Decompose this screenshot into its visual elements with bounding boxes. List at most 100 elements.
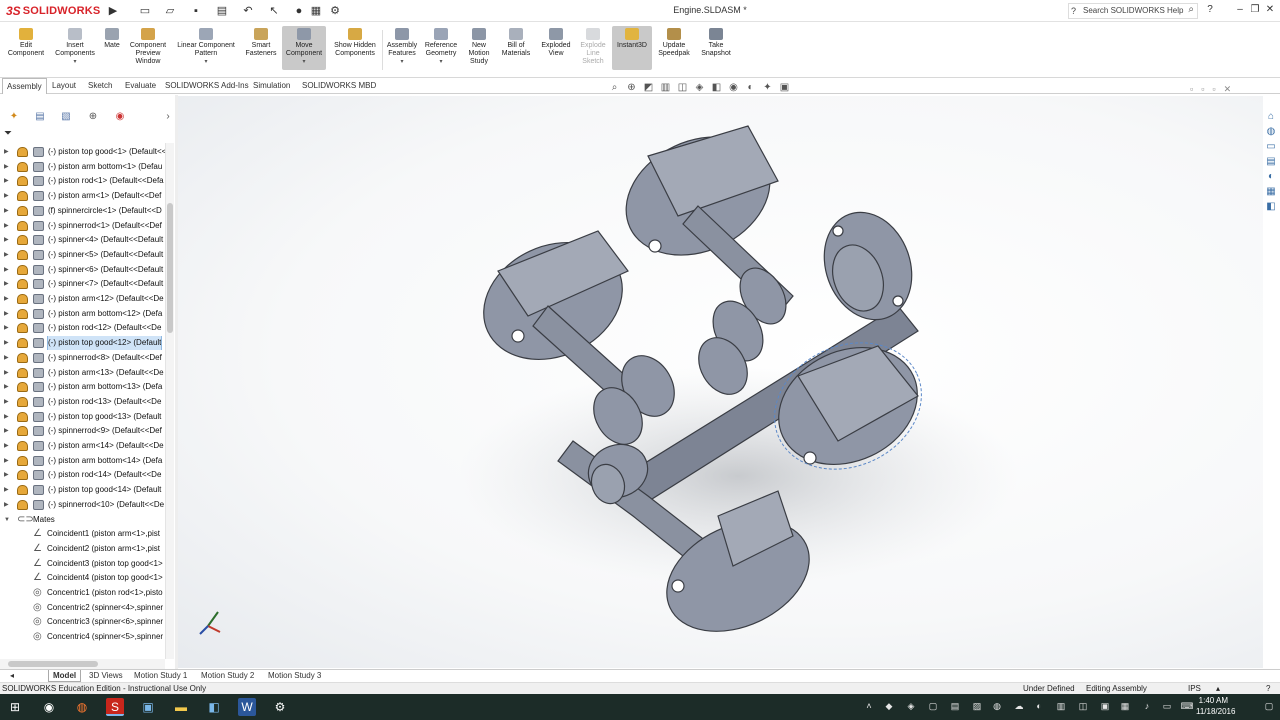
- tree-mate-row[interactable]: ∠ Coincident4 (piston top good<1>: [0, 571, 168, 585]
- mate-button[interactable]: Mate: [100, 26, 124, 50]
- expand-arrow-icon[interactable]: ›: [160, 110, 176, 124]
- expand-arrow-icon[interactable]: ▶: [4, 468, 9, 482]
- insert-components-button[interactable]: Insert Components ▾: [52, 26, 98, 66]
- filter-icon[interactable]: ⏷: [4, 128, 12, 139]
- solidworks-taskbar-icon[interactable]: S: [106, 698, 124, 716]
- tray-icon[interactable]: ☁: [1012, 699, 1026, 713]
- windows-start-icon[interactable]: ⊞: [6, 698, 24, 716]
- tree-vertical-scrollbar[interactable]: [165, 143, 174, 659]
- tree-mate-row[interactable]: ◎ Concentric4 (spinner<5>,spinner: [0, 630, 168, 644]
- engine-model[interactable]: [178, 96, 1263, 668]
- app-icon[interactable]: ◧: [205, 698, 223, 716]
- tree-component-row[interactable]: ▶ (-) piston arm<13> (Default<<De: [0, 366, 168, 380]
- section-view-icon[interactable]: ▥: [659, 82, 672, 94]
- tree-component-row[interactable]: ▶ (-) piston top good<1> (Default<<: [0, 145, 168, 159]
- featuremanager-icon[interactable]: ✦: [6, 110, 22, 124]
- show-hidden-button[interactable]: Show Hidden Components: [330, 26, 380, 58]
- tab-3d-views[interactable]: 3D Views: [85, 670, 127, 682]
- chevron-up-icon[interactable]: ▴: [1216, 683, 1220, 694]
- tree-component-row[interactable]: ▶ (-) piston top good<13> (Default: [0, 410, 168, 424]
- tray-icon[interactable]: ▤: [948, 699, 962, 713]
- tree-component-row[interactable]: ▶ (-) spinnerrod<9> (Default<<Def: [0, 424, 168, 438]
- view-orientation-icon[interactable]: ◈: [693, 82, 706, 94]
- zoom-fit-icon[interactable]: ⌕: [608, 82, 621, 94]
- expand-arrow-icon[interactable]: ▶: [4, 248, 9, 262]
- configurationmanager-icon[interactable]: ▧: [58, 110, 74, 124]
- tree-component-row[interactable]: ▶ (-) piston top good<14> (Default: [0, 483, 168, 497]
- file-explorer-icon[interactable]: ▤: [1265, 156, 1277, 168]
- edit-appearance-icon[interactable]: ◐: [744, 82, 757, 94]
- expand-arrow-icon[interactable]: ▶: [4, 321, 9, 335]
- tree-component-row[interactable]: ▶ (-) piston rod<12> (Default<<De: [0, 321, 168, 335]
- tree-component-row[interactable]: ▶ (-) spinner<7> (Default<<Default: [0, 277, 168, 291]
- help-menu-icon[interactable]: ?: [1203, 2, 1217, 18]
- view-settings-icon[interactable]: ▣: [778, 82, 791, 94]
- tree-mates-folder[interactable]: ▼ ⊂⊃ Mates: [0, 513, 168, 527]
- tab-assembly[interactable]: Assembly: [2, 78, 47, 94]
- display-style-icon[interactable]: ◧: [710, 82, 723, 94]
- app-gear-icon[interactable]: ⚙: [271, 698, 289, 716]
- tray-icon[interactable]: ◈: [904, 699, 918, 713]
- tray-icon[interactable]: ◍: [990, 699, 1004, 713]
- tree-mate-row[interactable]: ◎ Concentric2 (spinner<4>,spinner: [0, 601, 168, 615]
- propertymanager-icon[interactable]: ▤: [32, 110, 48, 124]
- tray-icon[interactable]: ▨: [970, 699, 984, 713]
- expand-arrow-icon[interactable]: ▶: [4, 277, 9, 291]
- hide-show-icon[interactable]: ◉: [727, 82, 740, 94]
- smart-fasteners-button[interactable]: Smart Fasteners: [242, 26, 280, 58]
- tree-mate-row[interactable]: ∠ Coincident2 (piston arm<1>,pist: [0, 542, 168, 556]
- restore-button[interactable]: ❐: [1248, 2, 1262, 18]
- file-explorer-icon[interactable]: ▬: [172, 698, 190, 716]
- previous-view-icon[interactable]: ◩: [642, 82, 655, 94]
- graphics-area[interactable]: [178, 96, 1263, 668]
- update-speedpak-button[interactable]: Update Speedpak: [656, 26, 692, 58]
- assembly-features-button[interactable]: Assembly Features ▾: [384, 26, 420, 66]
- tree-component-row[interactable]: ▶ (-) spinner<6> (Default<<Default: [0, 263, 168, 277]
- tree-component-row[interactable]: ▶ (-) piston arm bottom<13> (Defa: [0, 380, 168, 394]
- new-motion-study-button[interactable]: New Motion Study: [463, 26, 495, 66]
- expand-arrow-icon[interactable]: ▶: [4, 483, 9, 497]
- nav-left-icon[interactable]: ◂: [6, 670, 14, 682]
- tree-component-row[interactable]: ▶ (-) piston rod<1> (Default<<Defa: [0, 174, 168, 188]
- tab-layout[interactable]: Layout: [48, 78, 80, 93]
- dynamic-annotation-icon[interactable]: ◫: [676, 82, 689, 94]
- tray-icon[interactable]: ▢: [926, 699, 940, 713]
- expand-arrow-icon[interactable]: ▶: [4, 174, 9, 188]
- zoom-area-icon[interactable]: ⊕: [625, 82, 638, 94]
- solidworks-logo[interactable]: 3S SOLIDWORKS: [6, 3, 100, 19]
- scroll-thumb[interactable]: [167, 203, 173, 333]
- tree-component-row[interactable]: ▶ (-) piston top good<12> (Default: [0, 336, 168, 351]
- component-preview-button[interactable]: Component Preview Window: [126, 26, 170, 66]
- viewport-window-controls[interactable]: ▫▫▫✕: [1190, 84, 1270, 94]
- appearances-icon[interactable]: ◐: [1265, 171, 1277, 183]
- reference-geometry-button[interactable]: Reference Geometry ▾: [422, 26, 460, 66]
- battery-icon[interactable]: ▭: [1160, 699, 1174, 713]
- expand-arrow-icon[interactable]: ▶: [4, 145, 9, 159]
- display-icon[interactable]: ▣: [139, 698, 157, 716]
- select-icon[interactable]: ↖: [267, 4, 281, 18]
- custom-properties-icon[interactable]: ▦: [1265, 186, 1277, 198]
- tab-sketch[interactable]: Sketch: [84, 78, 116, 93]
- tray-icon[interactable]: ▣: [1098, 699, 1112, 713]
- expand-arrow-icon[interactable]: ▶: [4, 351, 9, 365]
- open-icon[interactable]: ▱: [163, 4, 177, 18]
- tree-component-row[interactable]: ▶ (-) piston rod<14> (Default<<De: [0, 468, 168, 482]
- expand-arrow-icon[interactable]: ▶: [4, 410, 9, 424]
- expand-arrow-icon[interactable]: ▶: [4, 233, 9, 247]
- expand-arrow-icon[interactable]: ▶: [4, 380, 9, 394]
- expand-arrow-icon[interactable]: ▶: [4, 498, 9, 512]
- expand-arrow-icon[interactable]: ▶: [4, 160, 9, 174]
- expand-arrow-icon[interactable]: ▶: [4, 366, 9, 380]
- menu-arrow-icon[interactable]: ▶: [106, 4, 120, 18]
- forum-icon[interactable]: ◧: [1265, 201, 1277, 213]
- tab-simulation[interactable]: Simulation: [249, 78, 294, 93]
- expand-arrow-icon[interactable]: ▶: [4, 454, 9, 468]
- displaymanager-icon[interactable]: ◉: [112, 110, 128, 124]
- undo-icon[interactable]: ↶: [241, 4, 255, 18]
- tree-component-row[interactable]: ▶ (-) piston arm bottom<12> (Defa: [0, 307, 168, 321]
- chrome-icon[interactable]: ◉: [40, 698, 58, 716]
- expand-arrow-icon[interactable]: ▶: [4, 395, 9, 409]
- tree-mate-row[interactable]: ∠ Coincident3 (piston top good<1>: [0, 557, 168, 571]
- exploded-view-button[interactable]: Exploded View: [538, 26, 574, 58]
- status-units[interactable]: IPS: [1188, 683, 1201, 694]
